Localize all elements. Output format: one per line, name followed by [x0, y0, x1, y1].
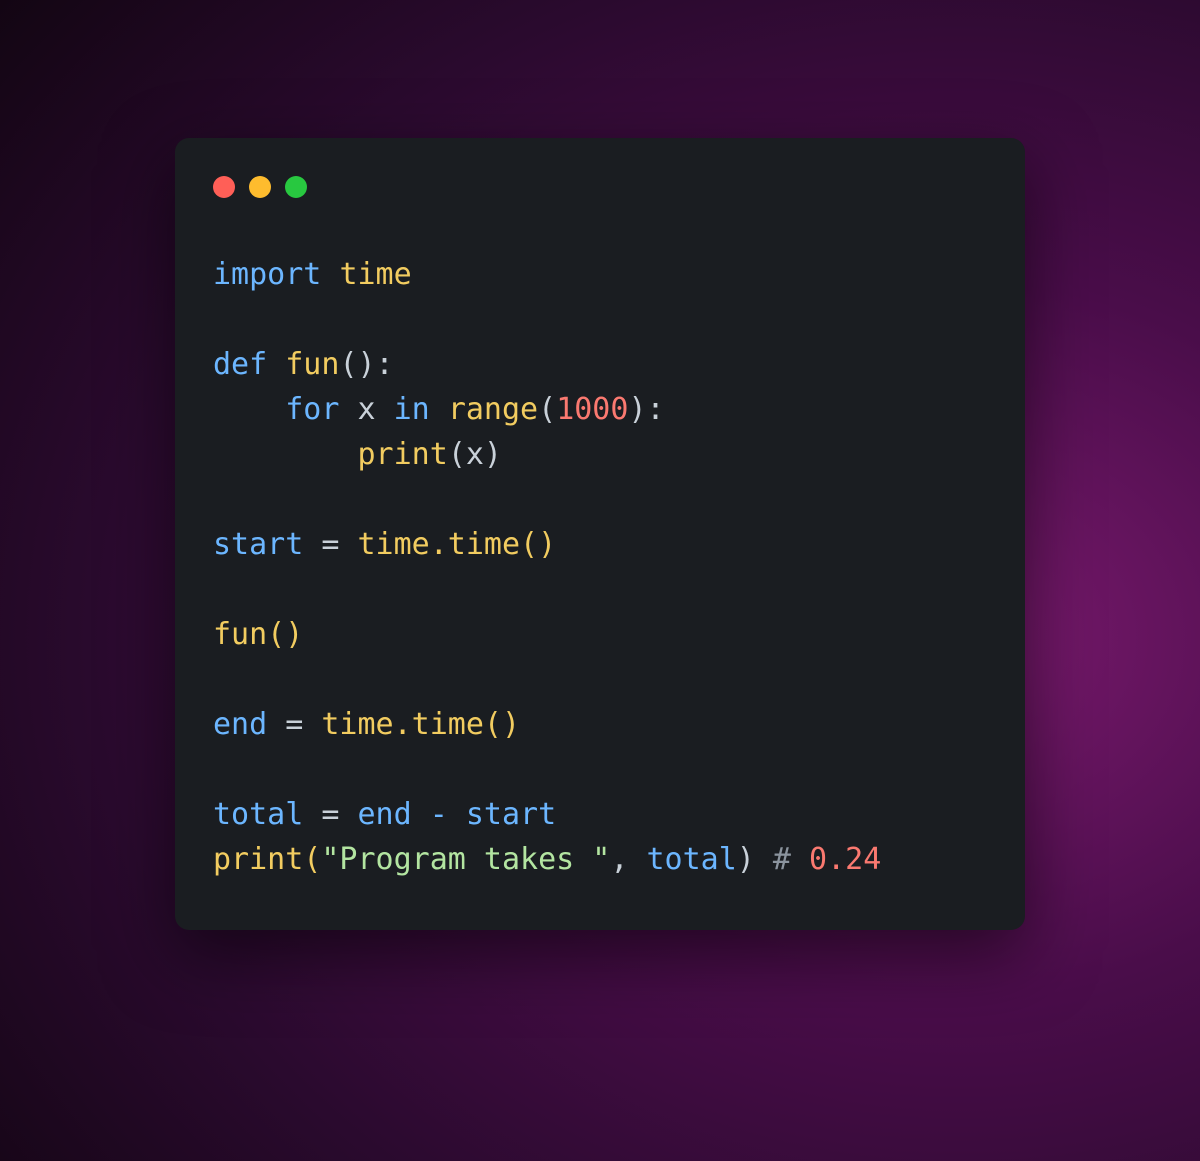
kw-import: import — [213, 257, 321, 292]
window-titlebar — [213, 170, 987, 198]
punct-print-x: (x) — [448, 437, 502, 472]
kw-def: def — [213, 347, 267, 382]
punct-eq-1: = — [303, 527, 357, 562]
call-time-2: time.time() — [321, 707, 520, 742]
close-icon[interactable] — [213, 176, 235, 198]
punct-lparen: ( — [538, 392, 556, 427]
var-end: end — [213, 707, 267, 742]
kw-for: for — [285, 392, 339, 427]
comment-hash: # — [773, 842, 809, 877]
punct-eq-3: = — [303, 797, 357, 832]
num-024: 0.24 — [809, 842, 881, 877]
fn-fun-def: fun — [285, 347, 339, 382]
fn-range: range — [448, 392, 538, 427]
punct-rparen-final: ) — [737, 842, 773, 877]
expr-end-minus-start: end - start — [358, 797, 557, 832]
minimize-icon[interactable] — [249, 176, 271, 198]
punct-eq-2: = — [267, 707, 321, 742]
num-1000: 1000 — [556, 392, 628, 427]
kw-in: in — [394, 392, 430, 427]
call-fun: fun() — [213, 617, 303, 652]
var-start: start — [213, 527, 303, 562]
fn-print-outer: print( — [213, 842, 321, 877]
zoom-icon[interactable] — [285, 176, 307, 198]
str-program-takes: "Program takes " — [321, 842, 610, 877]
mod-time: time — [339, 257, 411, 292]
ref-total: total — [646, 842, 736, 877]
call-time-1: time.time() — [358, 527, 557, 562]
punct-def: (): — [339, 347, 393, 382]
var-total: total — [213, 797, 303, 832]
punct-rparen-colon: ): — [628, 392, 664, 427]
punct-comma: , — [610, 842, 646, 877]
fn-print-inner: print — [358, 437, 448, 472]
code-window: import time def fun(): for x in range(10… — [175, 138, 1025, 930]
code-block: import time def fun(): for x in range(10… — [213, 252, 987, 882]
var-x-loop: x — [358, 392, 376, 427]
